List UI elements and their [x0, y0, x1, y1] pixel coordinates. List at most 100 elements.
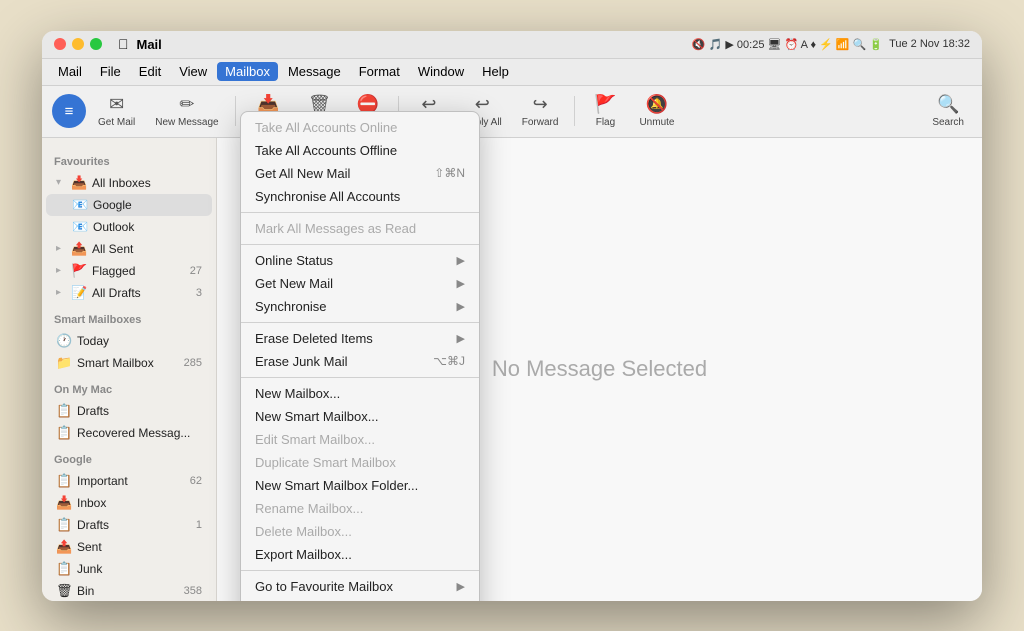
separator-4 — [241, 377, 479, 378]
on-my-mac-header: On My Mac — [42, 374, 216, 400]
sidebar-item-bin[interactable]: 🗑 Bin 358 — [46, 580, 212, 601]
menu-get-new-mail[interactable]: Get New Mail ▶ — [241, 272, 479, 295]
menu-edit-smart-mailbox[interactable]: Edit Smart Mailbox... — [241, 428, 479, 451]
menu-mail[interactable]: Mail — [50, 62, 90, 81]
bin-icon: 🗑 — [56, 583, 72, 599]
new-message-button[interactable]: ✏ New Message — [147, 90, 226, 132]
menu-erase-junk[interactable]: Erase Junk Mail ⌥⌘J — [241, 350, 479, 373]
menu-new-mailbox[interactable]: New Mailbox... — [241, 382, 479, 405]
menu-format[interactable]: Format — [351, 62, 408, 81]
menu-get-all-new-mail[interactable]: Get All New Mail ⇧⌘N — [241, 162, 479, 185]
sidebar-item-all-drafts[interactable]: ▸ 📝 All Drafts 3 — [46, 282, 212, 304]
sidebar-item-drafts[interactable]: 📋 Drafts — [46, 400, 212, 422]
sidebar-item-google[interactable]: 📧 Google — [46, 194, 212, 216]
sidebar-item-today[interactable]: 🕐 Today — [46, 330, 212, 352]
filter-icon: ≡ — [65, 103, 74, 120]
menu-mailbox[interactable]: Mailbox — [217, 62, 278, 81]
menu-file[interactable]: File — [92, 62, 129, 81]
search-icon: 🔍 — [937, 94, 959, 115]
filter-button[interactable]: ≡ — [52, 94, 86, 128]
menu-new-smart-mailbox-folder[interactable]: New Smart Mailbox Folder... — [241, 474, 479, 497]
forward-button[interactable]: ↪ Forward — [514, 90, 567, 132]
sidebar-item-important[interactable]: 📋 Important 62 — [46, 470, 212, 492]
close-button[interactable] — [54, 38, 66, 50]
chevron-down-icon: ▾ — [56, 177, 66, 188]
menu-take-all-online[interactable]: Take All Accounts Online — [241, 116, 479, 139]
sidebar: Favourites ▾ 📥 All Inboxes 📧 Google 📧 Ou… — [42, 138, 217, 601]
compose-icon: ✏ — [179, 94, 194, 115]
separator-1 — [241, 212, 479, 213]
unmute-icon: 🔕 — [646, 94, 668, 115]
today-icon: 🕐 — [56, 333, 72, 349]
system-bar:  Mail 🔇 🎵 ▶ 00:25 🖥 ⏰ A ♦ ⚡ 📶 🔍 🔋 Tue 2… — [42, 31, 982, 59]
get-mail-button[interactable]: ✉ Get Mail — [90, 90, 143, 132]
menu-synchronise-all[interactable]: Synchronise All Accounts — [241, 185, 479, 208]
toolbar: ≡ ✉ Get Mail ✏ New Message 📥 Archive 🗑 D… — [42, 86, 982, 138]
minimize-button[interactable] — [72, 38, 84, 50]
menu-message[interactable]: Message — [280, 62, 349, 81]
main-content: Favourites ▾ 📥 All Inboxes 📧 Google 📧 Ou… — [42, 138, 982, 601]
menu-help[interactable]: Help — [474, 62, 517, 81]
no-message-label: No Message Selected — [492, 356, 707, 382]
sidebar-item-outlook[interactable]: 📧 Outlook — [46, 216, 212, 238]
sidebar-item-smart-mailbox[interactable]: 📁 Smart Mailbox 285 — [46, 352, 212, 374]
chevron-right-icon2: ▸ — [56, 265, 66, 276]
favourites-header: Favourites — [42, 146, 216, 172]
sidebar-item-all-inboxes[interactable]: ▾ 📥 All Inboxes — [46, 172, 212, 194]
menu-view[interactable]: View — [171, 62, 215, 81]
sidebar-item-flagged[interactable]: ▸ 🚩 Flagged 27 — [46, 260, 212, 282]
chevron-right-icon3: ▸ — [56, 287, 66, 298]
menu-edit[interactable]: Edit — [131, 62, 169, 81]
flagged-icon: 🚩 — [71, 263, 87, 279]
menu-bar: Mail File Edit View Mailbox Message Form… — [42, 59, 982, 85]
system-bar-right: 🔇 🎵 ▶ 00:25 🖥 ⏰ A ♦ ⚡ 📶 🔍 🔋 Tue 2 Nov 18… — [692, 38, 970, 51]
menu-export-mailbox[interactable]: Export Mailbox... — [241, 543, 479, 566]
menu-go-to-favourite[interactable]: Go to Favourite Mailbox ▶ — [241, 575, 479, 598]
recovered-icon: 📋 — [56, 425, 72, 441]
menu-duplicate-smart-mailbox[interactable]: Duplicate Smart Mailbox — [241, 451, 479, 474]
inbox2-icon: 📥 — [56, 495, 72, 511]
menu-erase-deleted[interactable]: Erase Deleted Items ▶ — [241, 327, 479, 350]
sent-icon: 📤 — [71, 241, 87, 257]
flag-button[interactable]: 🚩 Flag — [583, 90, 627, 132]
smart-mailbox-icon: 📁 — [56, 355, 72, 371]
unmute-button[interactable]: 🔕 Unmute — [631, 90, 682, 132]
google-section-header: Google — [42, 444, 216, 470]
datetime: Tue 2 Nov 18:32 — [889, 38, 970, 50]
get-mail-icon: ✉ — [109, 94, 124, 115]
sidebar-item-google-drafts[interactable]: 📋 Drafts 1 — [46, 514, 212, 536]
menu-mark-all-read[interactable]: Mark All Messages as Read — [241, 217, 479, 240]
mailbox-dropdown-menu: Take All Accounts Online Take All Accoun… — [240, 111, 480, 601]
menu-synchronise[interactable]: Synchronise ▶ — [241, 295, 479, 318]
menu-online-status[interactable]: Online Status ▶ — [241, 249, 479, 272]
app-name: Mail — [137, 37, 162, 52]
google-inbox-icon: 📧 — [72, 197, 88, 213]
sidebar-item-all-sent[interactable]: ▸ 📤 All Sent — [46, 238, 212, 260]
title-bar:  Mail 🔇 🎵 ▶ 00:25 🖥 ⏰ A ♦ ⚡ 📶 🔍 🔋 Tue 2… — [42, 31, 982, 86]
system-bar-left:  Mail — [54, 36, 162, 52]
menu-new-smart-mailbox[interactable]: New Smart Mailbox... — [241, 405, 479, 428]
sidebar-item-junk[interactable]: 📋 Junk — [46, 558, 212, 580]
separator-5 — [241, 570, 479, 571]
mac-drafts-icon: 📋 — [56, 403, 72, 419]
google-sent-icon: 📤 — [56, 539, 72, 555]
sidebar-item-sent[interactable]: 📤 Sent — [46, 536, 212, 558]
apple-logo:  — [118, 36, 129, 52]
status-icons: 🔇 🎵 ▶ 00:25 🖥 ⏰ A ♦ ⚡ 📶 🔍 🔋 — [692, 38, 883, 51]
mail-window:  Mail 🔇 🎵 ▶ 00:25 🖥 ⏰ A ♦ ⚡ 📶 🔍 🔋 Tue 2… — [42, 31, 982, 601]
separator-3 — [241, 322, 479, 323]
sidebar-item-inbox[interactable]: 📥 Inbox — [46, 492, 212, 514]
menu-move-to-favourite[interactable]: Move to Favourite Mailbox ▶ — [241, 598, 479, 601]
important-icon: 📋 — [56, 473, 72, 489]
menu-window[interactable]: Window — [410, 62, 472, 81]
traffic-lights — [54, 38, 102, 50]
menu-take-all-offline[interactable]: Take All Accounts Offline — [241, 139, 479, 162]
drafts-icon: 📝 — [71, 285, 87, 301]
menu-delete-mailbox[interactable]: Delete Mailbox... — [241, 520, 479, 543]
search-button[interactable]: 🔍 Search — [924, 90, 972, 132]
sidebar-item-recovered[interactable]: 📋 Recovered Messag... — [46, 422, 212, 444]
maximize-button[interactable] — [90, 38, 102, 50]
smart-mailboxes-header: Smart Mailboxes — [42, 304, 216, 330]
menu-rename-mailbox[interactable]: Rename Mailbox... — [241, 497, 479, 520]
inbox-icon: 📥 — [71, 175, 87, 191]
